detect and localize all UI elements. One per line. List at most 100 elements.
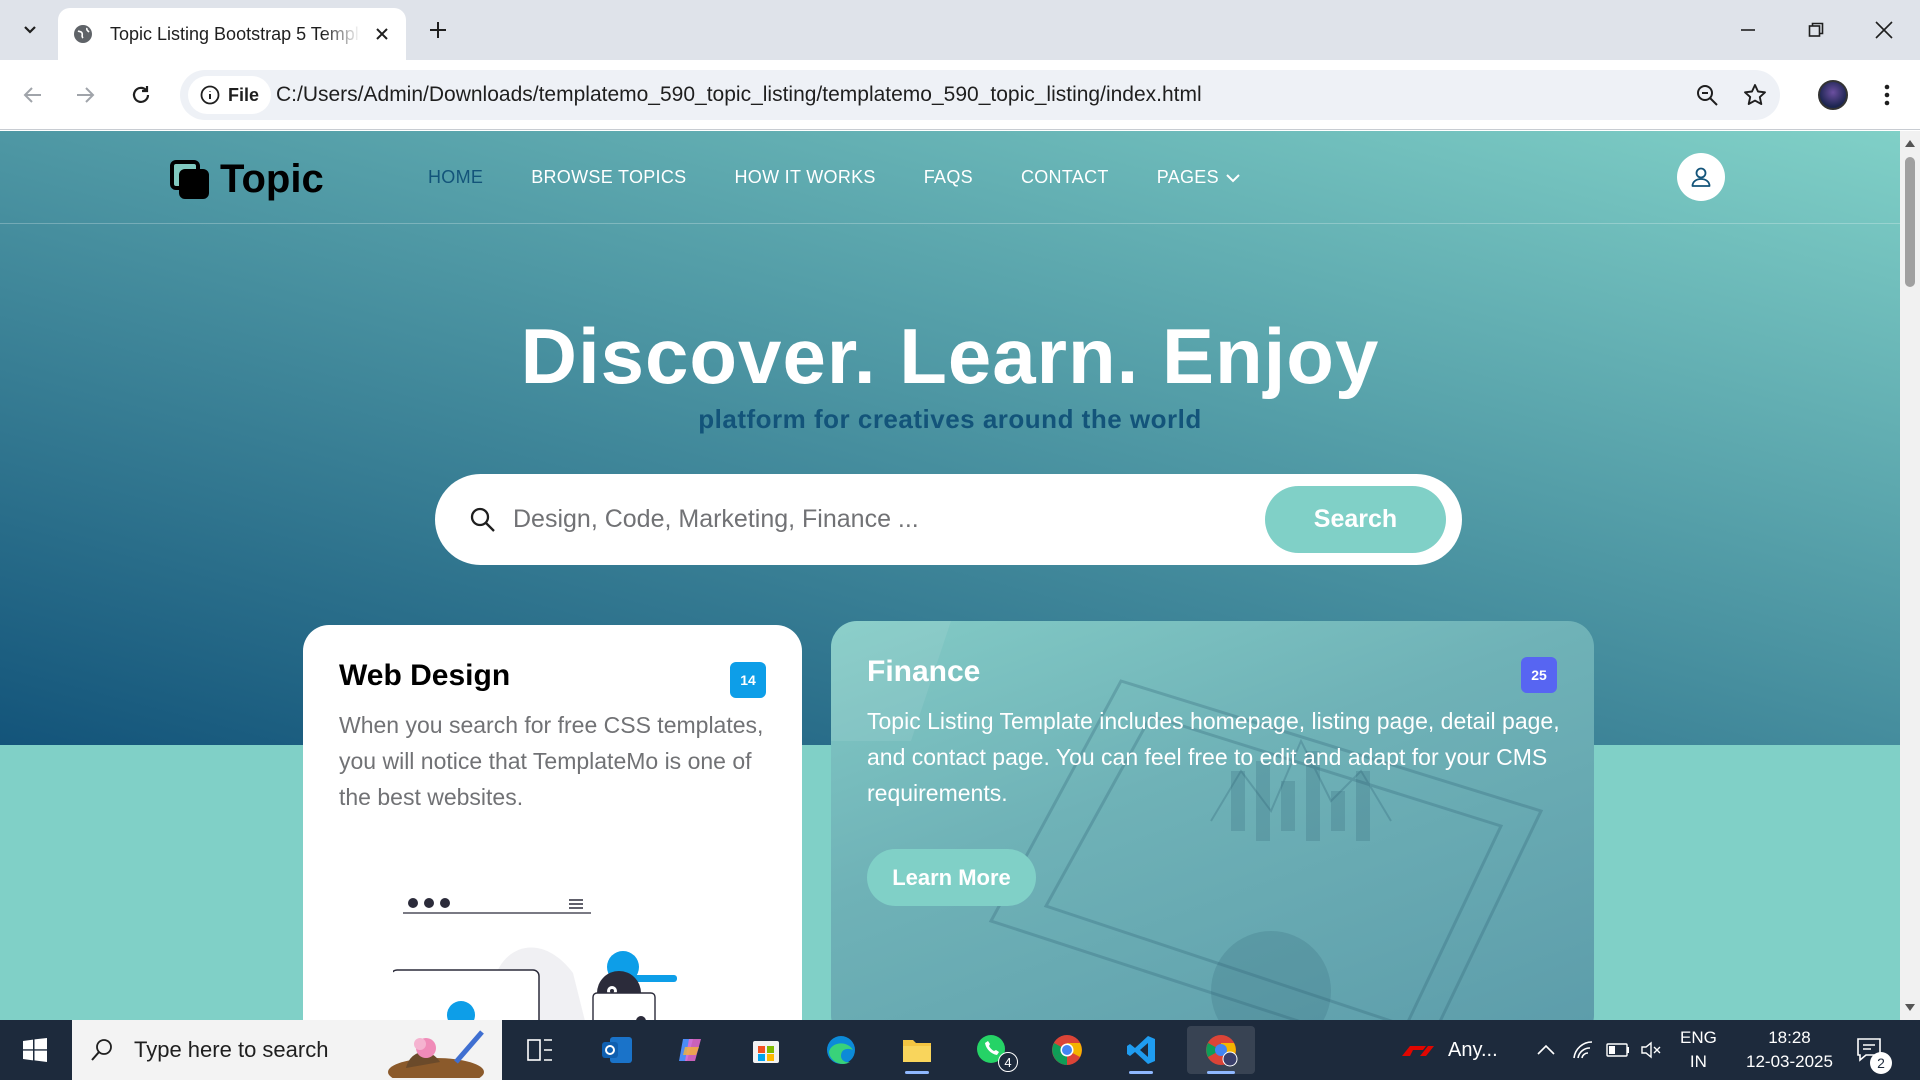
taskbar-whatsapp[interactable]: 4 [962,1026,1022,1074]
scroll-up-icon[interactable] [1905,139,1915,147]
taskbar-vscode[interactable] [1111,1026,1171,1074]
zoom-icon[interactable] [1694,82,1720,113]
outlook-icon [602,1037,632,1063]
running-indicator [1207,1071,1235,1074]
globe-icon [72,23,94,45]
site-info-chip[interactable]: File [188,76,272,114]
chevron-up-icon [1537,1044,1555,1055]
tab-search-button[interactable] [10,11,50,49]
count-badge: 25 [1521,657,1557,693]
taskbar-search-box[interactable]: Type here to search [72,1020,502,1080]
page-scrollbar[interactable] [1900,131,1920,1020]
show-hidden-icons-button[interactable] [1536,1020,1556,1080]
browser-toolbar: File C:/Users/Admin/Downloads/templatemo… [0,60,1920,130]
scroll-thumb[interactable] [1905,157,1915,287]
close-window-button[interactable] [1854,8,1914,52]
minimize-button[interactable] [1718,8,1778,52]
reload-icon [132,86,150,103]
site-navbar: Topic HOME BROWSE TOPICS HOW IT WORKS FA… [0,131,1900,224]
windows-taskbar: Type here to search 4 Any... ENG IN 18:2… [0,1020,1920,1080]
brand-logo[interactable]: Topic [170,157,324,202]
language-indicator[interactable]: ENG IN [1680,1020,1717,1080]
nav-contact[interactable]: CONTACT [1021,167,1109,188]
info-icon [200,85,220,105]
count-badge: 14 [730,662,766,698]
network-button[interactable] [1572,1020,1594,1080]
profile-avatar[interactable] [1818,80,1848,110]
search-input[interactable] [513,494,1213,544]
media-widget[interactable]: Any... [1400,1020,1498,1080]
language-label: ENG [1680,1028,1717,1047]
new-tab-button[interactable] [422,14,454,46]
clock[interactable]: 18:28 12-03-2025 [1746,1020,1833,1080]
search-button[interactable]: Search [1265,486,1446,553]
wifi-icon [1573,1041,1593,1059]
reload-button[interactable] [122,76,160,114]
clock-time: 18:28 [1768,1028,1811,1047]
scroll-down-icon[interactable] [1905,1004,1915,1012]
nav-pages-dropdown[interactable]: PAGES [1157,167,1241,188]
plus-icon [430,22,446,38]
folder-icon [903,1040,931,1062]
web-design-illustration [393,898,677,1020]
user-account-button[interactable] [1677,153,1725,201]
topic-card-finance[interactable]: Finance 25 Topic Listing Template includ… [831,621,1594,1020]
tab-title: Topic Listing Bootstrap 5 Template [110,23,360,44]
nav-pages-label: PAGES [1156,167,1219,187]
browser-tab-strip: Topic Listing Bootstrap 5 Template [0,0,1920,60]
url-text[interactable]: C:/Users/Admin/Downloads/templatemo_590_… [276,83,1202,107]
browser-tab-active[interactable]: Topic Listing Bootstrap 5 Template [58,8,406,60]
nav-faqs[interactable]: FAQS [924,167,973,188]
forward-button[interactable] [66,76,104,114]
bookmark-star-icon[interactable] [1742,82,1768,113]
restore-icon [1808,22,1824,37]
search-form: Search [435,474,1462,565]
back-button[interactable] [14,76,52,114]
card-description: When you search for free CSS templates, … [339,712,764,810]
volume-button[interactable] [1640,1020,1662,1080]
card-description: Topic Listing Template includes homepage… [867,708,1560,806]
minimize-icon [1741,29,1755,31]
search-icon [470,507,495,532]
page-viewport: Topic HOME BROWSE TOPICS HOW IT WORKS FA… [0,131,1900,1020]
nav-links: HOME BROWSE TOPICS HOW IT WORKS FAQS CON… [428,167,1241,188]
media-label: Any... [1448,1038,1498,1061]
close-tab-icon[interactable] [370,22,394,46]
notifications-button[interactable]: 2 [1856,1020,1892,1080]
taskbar-outlook[interactable] [587,1026,647,1074]
copilot-icon [679,1039,701,1061]
nav-home[interactable]: HOME [428,167,483,188]
chevron-down-icon [1226,173,1240,182]
protocol-label: File [228,84,260,105]
chevron-down-icon [24,26,36,34]
topic-card-web-design[interactable]: Web Design 14 When you search for free C… [303,625,802,1020]
running-indicator [905,1071,929,1074]
taskbar-microsoft-store[interactable] [736,1026,796,1074]
taskbar-edge[interactable] [811,1026,871,1074]
learn-more-button[interactable]: Learn More [867,849,1036,906]
taskbar-copilot[interactable] [661,1026,721,1074]
search-icon [91,1039,112,1061]
close-icon [1875,21,1893,39]
nav-how-it-works[interactable]: HOW IT WORKS [734,167,875,188]
taskbar-chrome[interactable] [1037,1026,1097,1074]
browser-menu-button[interactable] [1868,76,1906,114]
edge-icon [827,1036,855,1064]
region-label: IN [1689,1052,1707,1071]
restore-button[interactable] [1786,8,1846,52]
clock-date: 12-03-2025 [1746,1052,1833,1071]
task-view-button[interactable] [510,1026,570,1074]
nav-browse-topics[interactable]: BROWSE TOPICS [531,167,686,188]
taskbar-chrome-profile-active[interactable] [1187,1026,1255,1074]
volume-muted-icon [1641,1041,1661,1059]
start-button[interactable] [0,1020,70,1080]
windows-logo-icon [23,1038,47,1062]
card-title: Web Design [339,659,511,692]
search-highlight-illustration-icon [388,1030,484,1078]
taskbar-file-explorer[interactable] [887,1026,947,1074]
battery-button[interactable] [1606,1020,1630,1080]
chrome-profile-icon [1206,1035,1238,1067]
task-view-icon [527,1039,552,1061]
address-bar[interactable]: File C:/Users/Admin/Downloads/templatemo… [180,70,1780,120]
battery-icon [1606,1043,1629,1057]
